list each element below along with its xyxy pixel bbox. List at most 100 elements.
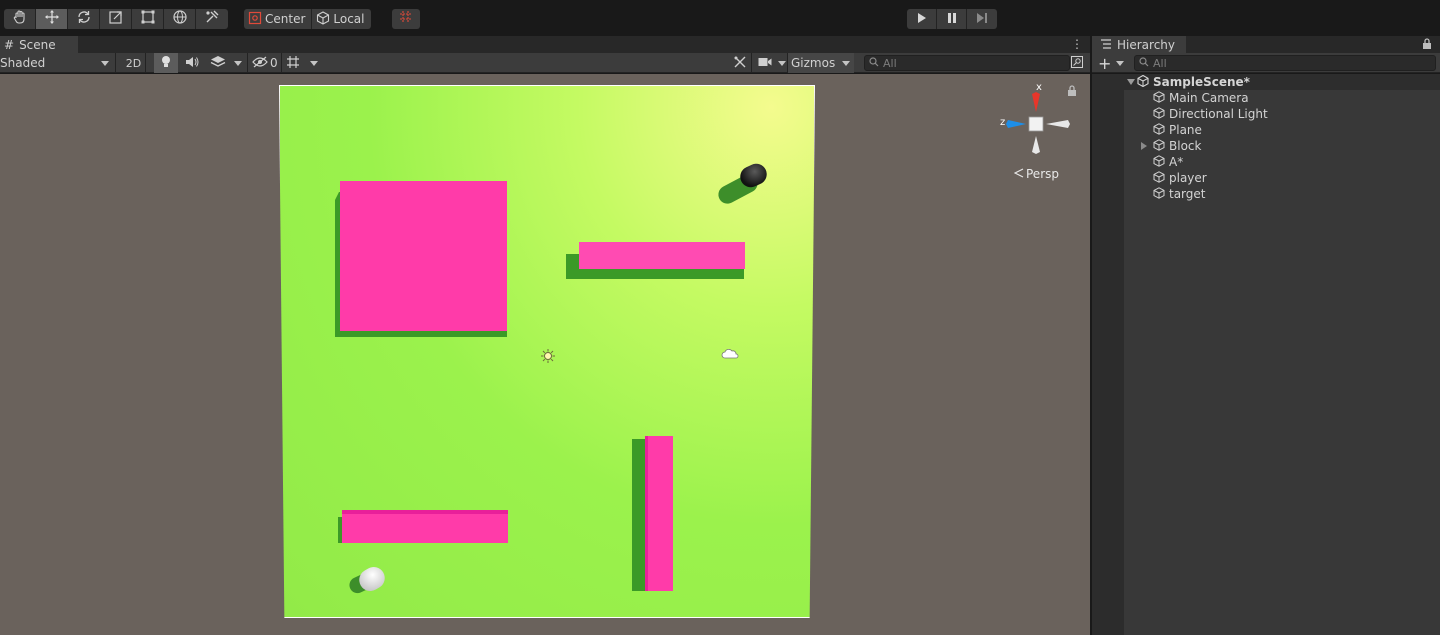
chevron-down-icon [310,60,318,66]
playback-controls [907,9,997,29]
scene-name-label: SampleScene* [1153,75,1250,89]
toggle-2d-button[interactable]: 2D [122,53,146,73]
axis-x-label: x [1036,82,1042,93]
custom-tool-button[interactable] [196,9,228,29]
pause-button[interactable] [937,9,967,29]
play-button[interactable] [907,9,937,29]
hierarchy-search-input[interactable]: All [1134,55,1436,71]
shading-mode-dropdown[interactable]: Shaded [0,53,116,73]
search-icon [869,56,879,70]
move-arrows-icon [44,9,60,29]
play-icon [917,12,927,27]
axis-z-label: z [1000,117,1006,128]
toggle-2d-label: 2D [125,56,142,70]
item-label: target [1169,187,1206,201]
add-object-dropdown[interactable]: + [1098,53,1125,73]
orientation-gizmo[interactable]: x z [996,82,1076,162]
gameobject-cube-icon [1153,106,1165,122]
hand-tool-button[interactable] [4,9,36,29]
list-item[interactable]: Directional Light [1092,106,1440,122]
block-bar-vertical[interactable] [645,436,673,591]
hand-icon [12,9,28,29]
gameobject-cube-icon [1153,154,1165,170]
scene-viewport[interactable]: x z Persp [0,74,1090,635]
pivot-rotation-label: Local [333,12,365,26]
cloud-gizmo-icon[interactable] [721,347,739,364]
rotate-tool-button[interactable] [68,9,100,29]
gizmos-label: Gizmos [791,56,836,70]
list-item[interactable]: Main Camera [1092,90,1440,106]
block-bar-bottom[interactable] [342,510,508,543]
list-item[interactable]: target [1092,186,1440,202]
panel-options-icon[interactable]: ⋮ [1070,37,1084,51]
shading-mode-value: Shaded [0,56,46,70]
ground-plane[interactable] [279,85,815,618]
scene-root-row[interactable]: SampleScene* [1092,74,1440,90]
tab-scene[interactable]: # Scene [0,36,78,53]
projection-toggle[interactable]: Persp [1013,167,1059,181]
search-filter-button[interactable] [1070,53,1084,73]
tab-hierarchy[interactable]: Hierarchy [1092,36,1186,53]
gizmos-dropdown[interactable]: Gizmos [788,53,854,73]
expand-arrow-icon[interactable] [1140,139,1153,153]
projection-label: Persp [1026,167,1059,181]
local-cube-icon [316,10,330,28]
expand-arrow-icon[interactable] [1127,75,1137,89]
chevron-down-icon [778,60,786,66]
item-label: Block [1169,139,1202,153]
scene-visibility-toggle[interactable]: 0 [250,53,282,73]
pivot-mode-button[interactable]: Center [244,9,313,29]
gameobject-cube-icon [1153,122,1165,138]
rect-transform-icon [140,9,156,29]
list-item[interactable]: Block [1092,138,1440,154]
chevron-down-icon [234,60,242,66]
camera-settings-dropdown[interactable] [756,53,788,73]
pivot-mode-label: Center [265,12,306,26]
chevron-down-icon [842,61,850,66]
step-button[interactable] [967,9,997,29]
add-label: + [1098,53,1112,73]
light-bulb-icon [160,55,172,72]
sun-light-icon[interactable] [540,348,556,367]
chevron-down-icon [101,61,109,66]
hierarchy-list-icon [1100,38,1112,52]
scale-tool-button[interactable] [100,9,132,29]
unity-scene-icon [1137,74,1149,90]
chevron-down-icon [1116,60,1125,66]
gameobject-cube-icon [1153,138,1165,154]
item-label: Plane [1169,123,1202,137]
rect-tool-button[interactable] [132,9,164,29]
audio-toggle[interactable] [180,53,204,73]
scene-tab-label: Scene [19,37,56,52]
list-item[interactable]: A* [1092,154,1440,170]
pivot-toggles: Center Local [244,9,371,29]
pivot-rotation-button[interactable]: Local [312,9,371,29]
transform-tool-button[interactable] [164,9,196,29]
effects-dropdown[interactable] [206,53,248,73]
list-item[interactable]: player [1092,170,1440,186]
gameobject-cube-icon [1153,186,1165,202]
custom-tools-icon [204,9,220,29]
transform-globe-icon [172,9,188,29]
lock-icon[interactable] [1422,38,1432,53]
move-tool-button[interactable] [36,9,68,29]
grid-snap-button[interactable] [392,9,420,29]
block-large-square[interactable] [340,181,507,331]
crossed-tools-icon [733,55,747,72]
list-item[interactable]: Plane [1092,122,1440,138]
pause-icon [947,12,957,27]
lighting-toggle[interactable] [154,53,178,73]
perspective-icon [1013,167,1024,181]
scene-search-input[interactable]: All [864,55,1070,71]
main-toolbar: Center Local [0,0,1440,36]
effects-layers-icon [210,55,226,72]
speaker-icon [185,56,199,71]
grid-hash-icon: # [4,37,15,52]
scene-control-bar: Shaded 2D 0 Gizmos All [0,53,1090,73]
tools-toggle[interactable] [728,53,752,73]
grid-snap-icon [399,10,413,28]
hierarchy-search-placeholder: All [1153,56,1167,70]
block-bar-top[interactable] [579,242,745,269]
transform-tools [4,9,228,29]
grid-settings-dropdown[interactable] [284,53,324,73]
